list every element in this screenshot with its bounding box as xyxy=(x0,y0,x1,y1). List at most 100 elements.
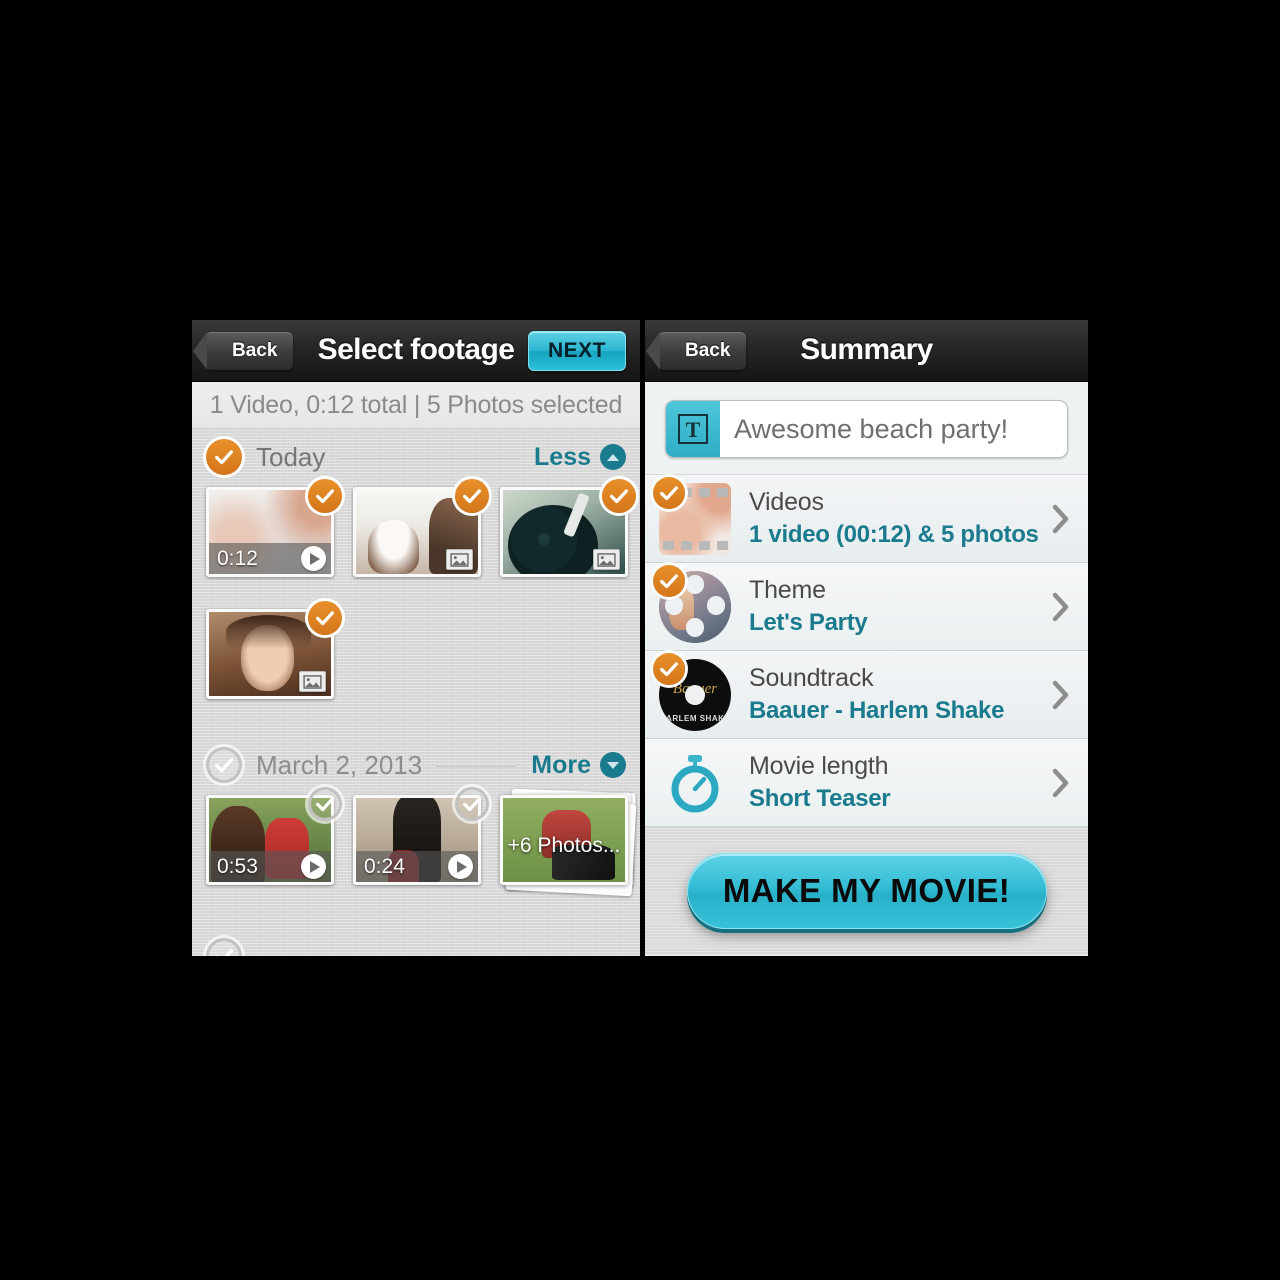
photo-badge-icon xyxy=(446,549,473,570)
row-check-wrap[interactable] xyxy=(653,564,685,597)
row-value: Baauer - Harlem Shake xyxy=(749,697,1005,724)
play-icon xyxy=(301,546,326,571)
row-value: Let's Party xyxy=(749,609,868,636)
summary-row-videos[interactable]: Videos 1 video (00:12) & 5 photos xyxy=(645,475,1088,563)
video-duration: 0:12 xyxy=(217,546,258,570)
row-checkbox[interactable] xyxy=(653,564,685,597)
summary-row-soundtrack[interactable]: Baauer HARLEM SHAKE Soundtrack Baauer - … xyxy=(645,651,1088,739)
stack-count-label: +6 Photos... xyxy=(507,834,621,857)
chevron-up-icon xyxy=(600,444,626,470)
cd-title-art: HARLEM SHAKE xyxy=(659,713,731,723)
section-checkbox-today[interactable] xyxy=(206,439,242,475)
thumbnail-check-wrap[interactable] xyxy=(308,787,342,821)
footage-thumbnail-video[interactable]: 0:12 xyxy=(206,479,342,577)
section-checkbox-partial[interactable] xyxy=(206,938,242,956)
thumbnail-row-march-1: 0:53 0:24 +6 Photos... xyxy=(192,787,640,897)
movie-title-section: T Awesome beach party! xyxy=(645,382,1088,475)
footage-thumbnail-video[interactable]: 0:24 xyxy=(353,787,489,885)
row-key: Theme xyxy=(749,576,826,604)
soundtrack-thumbnail: Baauer HARLEM SHAKE xyxy=(653,652,731,731)
section-label-today: Today xyxy=(256,441,326,472)
make-my-movie-button[interactable]: MAKE MY MOVIE! xyxy=(686,853,1047,929)
page-title: Summary xyxy=(800,333,933,366)
thumbnail-checkbox[interactable] xyxy=(308,479,342,513)
movie-title-field[interactable]: T Awesome beach party! xyxy=(665,400,1068,458)
row-check-wrap[interactable] xyxy=(653,652,685,685)
text-tool-icon: T xyxy=(666,401,720,457)
video-duration: 0:24 xyxy=(364,854,405,878)
video-duration: 0:53 xyxy=(217,854,258,878)
section-header-today[interactable]: Today Less xyxy=(192,429,640,485)
cta-container: MAKE MY MOVIE! xyxy=(645,827,1088,955)
make-my-movie-label: MAKE MY MOVIE! xyxy=(722,872,1011,909)
footage-thumbnail-photo[interactable] xyxy=(206,601,342,699)
next-button-label: NEXT xyxy=(547,339,606,362)
section-divider xyxy=(339,457,521,459)
section-toggle-today[interactable]: Less xyxy=(534,443,626,472)
video-duration-strip: 0:53 xyxy=(209,851,331,882)
videos-thumbnail xyxy=(653,476,731,555)
row-check-wrap[interactable] xyxy=(653,476,685,509)
screenshot-canvas: Back Select footage NEXT 1 Video, 0:12 t… xyxy=(0,0,1280,1280)
row-key: Movie length xyxy=(749,752,889,780)
row-value: Short Teaser xyxy=(749,785,891,812)
select-footage-screen: Back Select footage NEXT 1 Video, 0:12 t… xyxy=(192,320,640,956)
summary-row-theme[interactable]: Theme Let's Party xyxy=(645,563,1088,651)
next-button[interactable]: NEXT xyxy=(528,331,626,371)
theme-text: Theme Let's Party xyxy=(749,576,1070,637)
play-icon xyxy=(301,854,326,879)
footage-thumbnail-photo[interactable] xyxy=(500,479,636,577)
thumbnail-checkbox[interactable] xyxy=(308,787,342,821)
thumbnail-checkbox[interactable] xyxy=(455,787,489,821)
right-navbar: Back Summary xyxy=(645,320,1088,382)
thumbnail-check-wrap[interactable] xyxy=(308,601,342,635)
video-duration-strip: 0:24 xyxy=(356,851,478,882)
section-divider xyxy=(436,765,518,767)
row-key: Videos xyxy=(749,488,824,516)
photo-badge-icon xyxy=(299,671,326,692)
thumbnail-check-wrap[interactable] xyxy=(602,479,636,513)
thumbnail-check-wrap[interactable] xyxy=(308,479,342,513)
section-toggle-march[interactable]: More xyxy=(531,751,626,780)
thumbnail-checkbox[interactable] xyxy=(308,601,342,635)
row-checkbox[interactable] xyxy=(653,476,685,509)
section-toggle-label: Less xyxy=(534,442,591,471)
section-checkbox-march[interactable] xyxy=(206,747,242,783)
section-toggle-label: More xyxy=(531,750,591,779)
stack-front-thumbnail: +6 Photos... xyxy=(500,795,628,885)
movie-length-text: Movie length Short Teaser xyxy=(749,752,1070,813)
thumbnail-checkbox[interactable] xyxy=(455,479,489,513)
soundtrack-text: Soundtrack Baauer - Harlem Shake xyxy=(749,664,1070,725)
section-header-march[interactable]: March 2, 2013 More xyxy=(192,737,640,793)
left-navbar: Back Select footage NEXT xyxy=(192,320,640,382)
theme-thumbnail xyxy=(653,564,731,643)
movie-length-thumbnail xyxy=(659,747,731,819)
photo-badge-icon xyxy=(593,549,620,570)
thumbnail-row-today-1: 0:12 xyxy=(192,479,640,577)
section-label-march: March 2, 2013 xyxy=(256,749,423,780)
thumbnail-row-today-2 xyxy=(192,601,640,699)
row-key: Soundtrack xyxy=(749,664,874,692)
thumbnail-checkbox[interactable] xyxy=(602,479,636,513)
movie-title-input[interactable]: Awesome beach party! xyxy=(720,401,1067,457)
selection-status-bar: 1 Video, 0:12 total | 5 Photos selected xyxy=(192,382,640,429)
thumbnail-check-wrap[interactable] xyxy=(455,479,489,513)
summary-row-movie-length[interactable]: Movie length Short Teaser xyxy=(645,739,1088,827)
photo-stack[interactable]: +6 Photos... xyxy=(500,788,637,897)
text-tool-letter: T xyxy=(678,414,708,444)
video-duration-strip: 0:12 xyxy=(209,543,331,574)
summary-body: T Awesome beach party! Videos 1 video (0… xyxy=(645,382,1088,956)
section-header-partial[interactable] xyxy=(206,938,242,956)
chevron-down-icon xyxy=(600,752,626,778)
play-icon xyxy=(448,854,473,879)
thumbnail-check-wrap[interactable] xyxy=(455,787,489,821)
footage-gallery[interactable]: Today Less 0:12 March 2, 2013 More 0:53 … xyxy=(192,429,640,956)
summary-screen: Back Summary T Awesome beach party! Vide… xyxy=(645,320,1088,956)
stopwatch-icon xyxy=(659,747,731,819)
row-checkbox[interactable] xyxy=(653,652,685,685)
footage-thumbnail-photo[interactable] xyxy=(353,479,489,577)
cd-hub xyxy=(685,684,705,705)
videos-text: Videos 1 video (00:12) & 5 photos xyxy=(749,488,1070,549)
footage-thumbnail-video[interactable]: 0:53 xyxy=(206,787,342,885)
filmstrip-holes-bottom xyxy=(659,540,731,551)
